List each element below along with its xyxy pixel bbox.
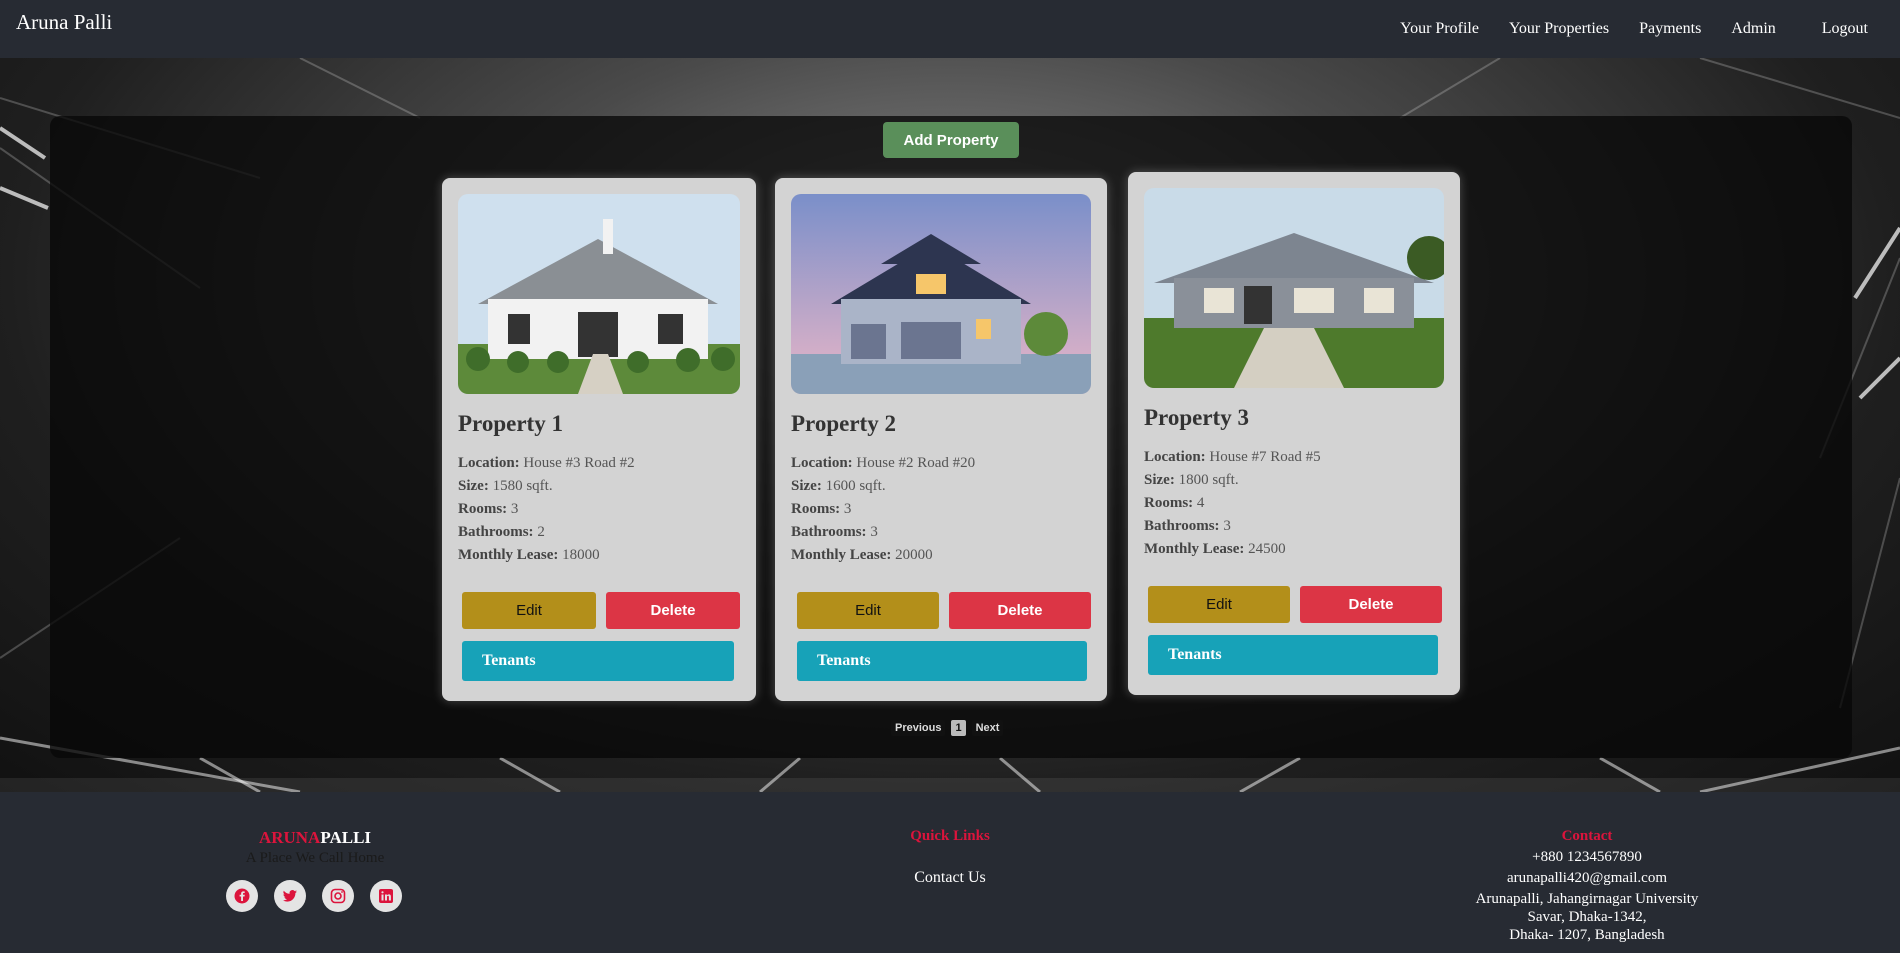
current-page-button[interactable]: 1	[951, 720, 966, 736]
size-label: Size:	[791, 478, 822, 494]
navbar: Aruna Palli Your Profile Your Properties…	[0, 0, 1900, 58]
footer-brand-palli: PALLI	[320, 828, 372, 847]
rooms-value: 4	[1196, 495, 1205, 511]
contact-address-line3: Dhaka- 1207, Bangladesh	[1509, 927, 1665, 943]
next-page-button[interactable]: Next	[971, 720, 1004, 736]
contact-address-line2: Savar, Dhaka-1342,	[1527, 909, 1647, 925]
property-card-2: Property 2 Location: House #2 Road #20 S…	[775, 178, 1107, 701]
location-label: Location:	[791, 455, 853, 471]
property-card-3: Property 3 Location: House #7 Road #5 Si…	[1128, 172, 1460, 695]
property-details: Location: House #7 Road #5 Size: 1800 sq…	[1144, 446, 1321, 561]
nav-payments[interactable]: Payments	[1639, 19, 1701, 39]
instagram-icon[interactable]	[322, 880, 354, 912]
property-title: Property 2	[791, 411, 896, 436]
delete-button[interactable]: Delete	[1300, 586, 1442, 623]
monthly-lease-value: 24500	[1248, 541, 1286, 557]
brand-logo[interactable]: Aruna Palli	[16, 10, 112, 34]
linkedin-icon[interactable]	[370, 880, 402, 912]
contact-us-link[interactable]: Contact Us	[800, 869, 1100, 887]
rooms-row: Rooms: 3	[458, 498, 635, 521]
size-value: 1800 sqft.	[1178, 472, 1239, 488]
bathrooms-value: 2	[537, 524, 545, 540]
location-row: Location: House #3 Road #2	[458, 452, 635, 475]
size-row: Size: 1580 sqft.	[458, 475, 635, 498]
location-value: House #7 Road #5	[1209, 449, 1321, 465]
edit-button[interactable]: Edit	[797, 592, 939, 629]
nav-admin[interactable]: Admin	[1731, 19, 1775, 39]
location-row: Location: House #2 Road #20	[791, 452, 975, 475]
property-image	[1144, 188, 1444, 388]
delete-button[interactable]: Delete	[606, 592, 740, 629]
bathrooms-value: 3	[870, 524, 878, 540]
footer-tagline: A Place We Call Home	[245, 850, 385, 866]
bathrooms-row: Bathrooms: 2	[458, 521, 635, 544]
rooms-label: Rooms:	[1144, 495, 1194, 511]
tenants-button[interactable]: Tenants	[797, 641, 1087, 681]
location-value: House #3 Road #2	[523, 455, 635, 471]
monthly-lease-row: Monthly Lease: 20000	[791, 544, 975, 567]
twitter-icon[interactable]	[274, 880, 306, 912]
property-details: Location: House #2 Road #20 Size: 1600 s…	[791, 452, 975, 567]
size-label: Size:	[458, 478, 489, 494]
bathrooms-label: Bathrooms:	[1144, 518, 1220, 534]
property-details: Location: House #3 Road #2 Size: 1580 sq…	[458, 452, 635, 567]
location-label: Location:	[1144, 449, 1206, 465]
edit-button[interactable]: Edit	[462, 592, 596, 629]
monthly-lease-value: 18000	[562, 547, 600, 563]
contact-email: arunapalli420@gmail.com	[1506, 870, 1668, 886]
footer-brand-aruna: ARUNA	[258, 828, 321, 847]
footer-brand: ARUNAPALLI	[0, 828, 630, 848]
add-property-button[interactable]: Add Property	[883, 122, 1019, 158]
bathrooms-value: 3	[1223, 518, 1231, 534]
quick-links-title: Quick Links	[910, 828, 990, 844]
nav-logout[interactable]: Logout	[1822, 19, 1868, 39]
nav-your-profile[interactable]: Your Profile	[1400, 19, 1479, 39]
rooms-label: Rooms:	[791, 501, 841, 517]
rooms-row: Rooms: 4	[1144, 492, 1321, 515]
bathrooms-label: Bathrooms:	[791, 524, 867, 540]
social-links	[226, 880, 402, 912]
footer: ARUNAPALLI A Place We Call Home Quick Li…	[0, 792, 1900, 953]
size-row: Size: 1800 sqft.	[1144, 469, 1321, 492]
bathrooms-row: Bathrooms: 3	[791, 521, 975, 544]
bathrooms-label: Bathrooms:	[458, 524, 534, 540]
monthly-lease-row: Monthly Lease: 18000	[458, 544, 635, 567]
monthly-lease-value: 20000	[895, 547, 933, 563]
property-image	[791, 194, 1091, 394]
monthly-lease-label: Monthly Lease:	[458, 547, 559, 563]
facebook-icon[interactable]	[226, 880, 258, 912]
nav-your-properties[interactable]: Your Properties	[1509, 19, 1609, 39]
size-label: Size:	[1144, 472, 1175, 488]
property-image	[458, 194, 740, 394]
size-value: 1580 sqft.	[492, 478, 553, 494]
rooms-label: Rooms:	[458, 501, 508, 517]
monthly-lease-label: Monthly Lease:	[791, 547, 892, 563]
contact-phone: +880 1234567890	[1532, 849, 1642, 865]
location-value: House #2 Road #20	[856, 455, 976, 471]
previous-page-button[interactable]: Previous	[891, 720, 946, 736]
rooms-value: 3	[843, 501, 852, 517]
monthly-lease-row: Monthly Lease: 24500	[1144, 538, 1321, 561]
location-row: Location: House #7 Road #5	[1144, 446, 1321, 469]
delete-button[interactable]: Delete	[949, 592, 1091, 629]
tenants-button[interactable]: Tenants	[1148, 635, 1438, 675]
size-value: 1600 sqft.	[825, 478, 886, 494]
size-row: Size: 1600 sqft.	[791, 475, 975, 498]
tenants-button[interactable]: Tenants	[462, 641, 734, 681]
property-title: Property 3	[1144, 405, 1249, 430]
contact-title: Contact	[1561, 828, 1613, 844]
property-card-1: Property 1 Location: House #3 Road #2 Si…	[442, 178, 756, 701]
rooms-value: 3	[510, 501, 519, 517]
location-label: Location:	[458, 455, 520, 471]
bathrooms-row: Bathrooms: 3	[1144, 515, 1321, 538]
monthly-lease-label: Monthly Lease:	[1144, 541, 1245, 557]
pagination: Previous 1 Next	[891, 720, 1004, 736]
property-title: Property 1	[458, 411, 563, 436]
rooms-row: Rooms: 3	[791, 498, 975, 521]
contact-address-line1: Arunapalli, Jahangirnagar University	[1475, 891, 1699, 907]
nav-links: Your Profile Your Properties Payments Ad…	[1370, 19, 1884, 39]
edit-button[interactable]: Edit	[1148, 586, 1290, 623]
